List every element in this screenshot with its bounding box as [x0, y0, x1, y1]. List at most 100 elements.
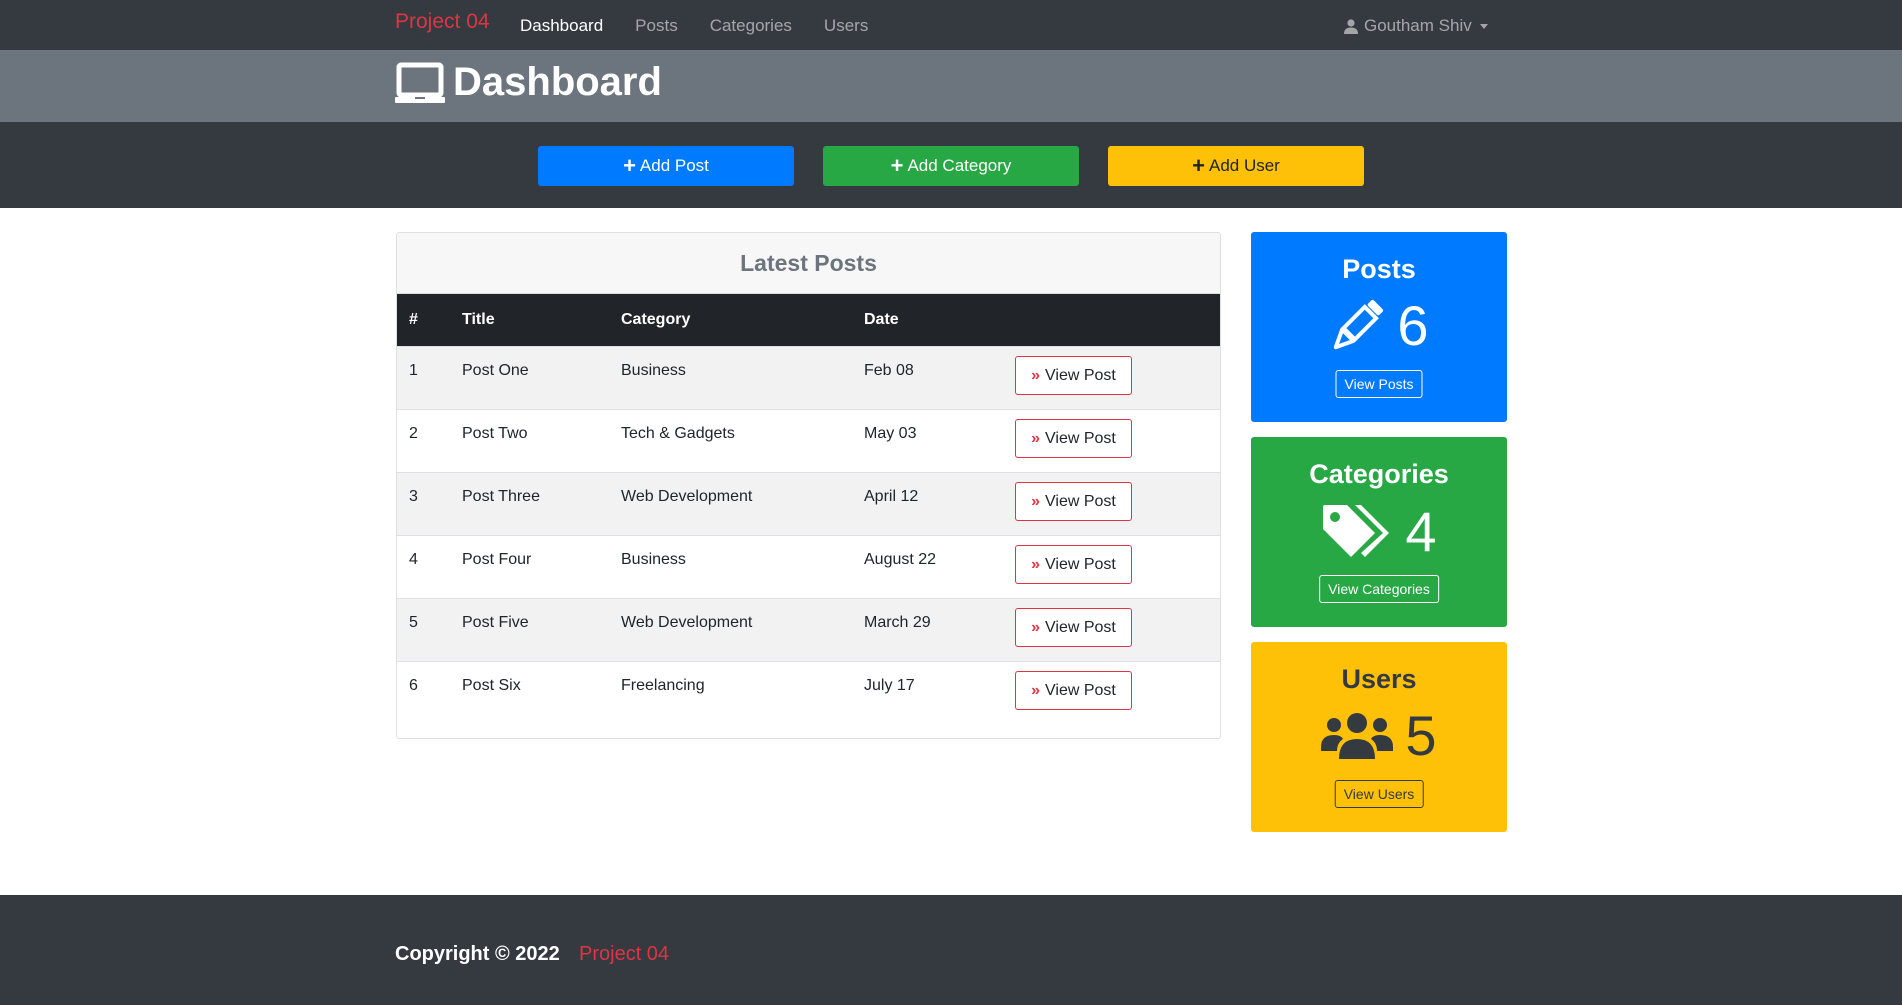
- view-post-button[interactable]: » View Post: [1015, 482, 1132, 521]
- view-post-button[interactable]: » View Post: [1015, 608, 1132, 647]
- laptop-icon: [395, 62, 445, 103]
- brand-link[interactable]: Project 04: [395, 10, 490, 34]
- add-user-button[interactable]: + Add User: [1108, 146, 1364, 186]
- double-chevron-right-icon: »: [1031, 618, 1041, 636]
- row-date: April 12: [864, 488, 919, 505]
- view-post-label: View Post: [1045, 618, 1116, 636]
- footer-copyright: Copyright © 2022: [395, 943, 560, 965]
- view-categories-button[interactable]: View Categories: [1319, 575, 1439, 603]
- row-category: Web Development: [621, 488, 753, 505]
- view-users-button[interactable]: View Users: [1334, 780, 1424, 808]
- double-chevron-right-icon: »: [1031, 366, 1041, 384]
- users-stat-title: Users: [1341, 664, 1417, 694]
- row-title: Post Two: [462, 425, 528, 442]
- table-row: 4 Post Four Business August 22 » View Pos…: [397, 535, 1220, 598]
- categories-stat-title: Categories: [1309, 459, 1449, 489]
- row-date: March 29: [864, 614, 931, 631]
- user-menu-dropdown[interactable]: Goutham Shiv: [1344, 16, 1488, 36]
- view-post-button[interactable]: » View Post: [1015, 545, 1132, 584]
- pencil-icon: [1334, 299, 1384, 350]
- row-date: Feb 08: [864, 362, 914, 379]
- column-header-category: Category: [621, 311, 691, 328]
- row-category: Business: [621, 551, 686, 568]
- view-post-label: View Post: [1045, 555, 1116, 573]
- users-stat-row: 5: [1251, 708, 1507, 764]
- row-category: Web Development: [621, 614, 753, 631]
- row-category: Business: [621, 362, 686, 379]
- table-row: 2 Post Two Tech & Gadgets May 03 » View P…: [397, 409, 1220, 472]
- posts-stat-row: 6: [1251, 298, 1507, 354]
- nav-link-users[interactable]: Users: [824, 16, 868, 36]
- plus-icon: +: [890, 153, 904, 178]
- add-category-label: Add Category: [907, 156, 1012, 175]
- view-post-button[interactable]: » View Post: [1015, 671, 1132, 710]
- row-category: Tech & Gadgets: [621, 425, 735, 442]
- posts-count: 6: [1397, 294, 1429, 357]
- view-post-label: View Post: [1045, 492, 1116, 510]
- row-date: May 03: [864, 425, 917, 442]
- view-post-label: View Post: [1045, 681, 1116, 699]
- page-title-text: Dashboard: [453, 60, 662, 104]
- row-num: 4: [409, 551, 418, 568]
- row-num: 3: [409, 488, 418, 505]
- row-title: Post Five: [462, 614, 529, 631]
- table-row: 6 Post Six Freelancing July 17 » View Pos…: [397, 661, 1220, 724]
- posts-stat-card: Posts 6 View Posts: [1251, 232, 1507, 422]
- add-post-label: Add Post: [639, 156, 709, 175]
- latest-posts-title: Latest Posts: [740, 250, 877, 276]
- row-num: 1: [409, 362, 418, 379]
- row-num: 6: [409, 677, 418, 694]
- row-title: Post One: [462, 362, 529, 379]
- row-date: July 17: [864, 677, 915, 694]
- row-category: Freelancing: [621, 677, 705, 694]
- nav-link-categories[interactable]: Categories: [710, 16, 792, 36]
- table-row: 3 Post Three Web Development April 12 » V…: [397, 472, 1220, 535]
- plus-icon: +: [623, 153, 636, 178]
- column-header-title: Title: [462, 311, 495, 328]
- double-chevron-right-icon: »: [1031, 492, 1041, 510]
- row-title: Post Four: [462, 551, 532, 568]
- column-header-num: #: [409, 311, 418, 328]
- users-icon: [1321, 713, 1394, 759]
- card-header: Latest Posts: [397, 233, 1220, 294]
- user-icon: [1344, 18, 1358, 34]
- nav-link-dashboard[interactable]: Dashboard: [520, 16, 603, 36]
- add-post-button[interactable]: + Add Post: [538, 146, 794, 186]
- nav-link-posts[interactable]: Posts: [635, 16, 678, 36]
- add-user-label: Add User: [1208, 156, 1280, 175]
- double-chevron-right-icon: »: [1031, 429, 1041, 447]
- table-row: 1 Post One Business Feb 08 » View Post: [397, 346, 1220, 409]
- page-header: Dashboard: [0, 50, 1902, 122]
- footer: Copyright © 2022 Project 04: [0, 895, 1902, 1005]
- add-category-button[interactable]: + Add Category: [823, 146, 1079, 186]
- categories-count: 4: [1405, 500, 1437, 563]
- footer-brand-link[interactable]: Project 04: [579, 943, 669, 966]
- row-title: Post Six: [462, 677, 521, 694]
- view-posts-button[interactable]: View Posts: [1335, 370, 1423, 398]
- navbar: Project 04 Dashboard Posts Categories Us…: [0, 0, 1902, 50]
- nav-links: Dashboard Posts Categories Users: [520, 16, 900, 36]
- view-post-label: View Post: [1045, 366, 1116, 384]
- view-post-button[interactable]: » View Post: [1015, 356, 1132, 395]
- page-title: Dashboard: [395, 60, 662, 105]
- table-row: 5 Post Five Web Development March 29 » Vi…: [397, 598, 1220, 661]
- double-chevron-right-icon: »: [1031, 555, 1041, 573]
- users-count: 5: [1405, 704, 1437, 767]
- row-date: August 22: [864, 551, 937, 568]
- view-post-button[interactable]: » View Post: [1015, 419, 1132, 458]
- tags-icon: [1323, 505, 1390, 557]
- table-header: # Title Category Date: [397, 294, 1220, 346]
- double-chevron-right-icon: »: [1031, 681, 1041, 699]
- row-num: 5: [409, 614, 418, 631]
- posts-stat-title: Posts: [1342, 254, 1416, 284]
- action-bar: + Add Post + Add Category + Add User: [0, 122, 1902, 208]
- plus-icon: +: [1192, 153, 1205, 178]
- row-title: Post Three: [462, 488, 540, 505]
- column-header-date: Date: [864, 311, 899, 328]
- categories-stat-row: 4: [1251, 503, 1507, 561]
- user-name: Goutham Shiv: [1364, 16, 1472, 35]
- view-post-label: View Post: [1045, 429, 1116, 447]
- categories-stat-card: Categories 4 View Categories: [1251, 437, 1507, 627]
- users-stat-card: Users 5 View Users: [1251, 642, 1507, 832]
- row-num: 2: [409, 425, 418, 442]
